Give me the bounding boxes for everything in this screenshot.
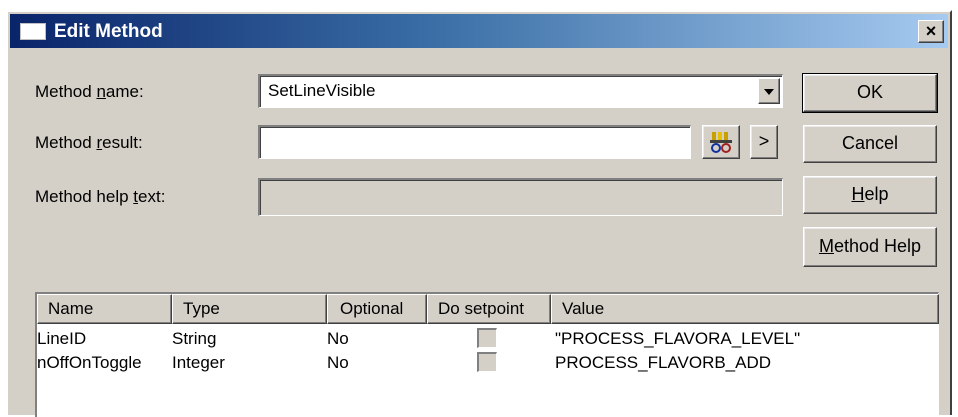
- column-header-do-setpoint[interactable]: Do setpoint: [427, 294, 551, 324]
- column-header-name[interactable]: Name: [37, 294, 172, 324]
- method-name-combobox[interactable]: SetLineVisible: [258, 74, 783, 108]
- chevron-down-icon[interactable]: [758, 78, 780, 104]
- method-name-value: SetLineVisible: [268, 81, 376, 100]
- table-header: Name Type Optional Do setpoint Value: [37, 294, 939, 324]
- row-optional: No: [327, 353, 349, 372]
- help-button[interactable]: Help: [803, 176, 937, 214]
- more-button[interactable]: >: [750, 125, 778, 159]
- edit-method-dialog: Edit Method × Method name: SetLineVisibl…: [6, 10, 952, 417]
- row-optional: No: [327, 329, 349, 348]
- method-help-text-field: [258, 178, 783, 216]
- column-header-value[interactable]: Value: [551, 294, 939, 324]
- method-help-text-label: Method help text:: [35, 187, 166, 206]
- row-name: LineID: [37, 329, 87, 348]
- do-setpoint-checkbox[interactable]: [477, 328, 497, 348]
- method-result-label: Method result:: [35, 133, 143, 152]
- ok-button[interactable]: OK: [802, 73, 938, 113]
- tag-browse-icon: [710, 132, 732, 153]
- close-button[interactable]: ×: [918, 20, 944, 43]
- method-help-button[interactable]: Method Help: [803, 227, 937, 267]
- method-result-field[interactable]: [258, 125, 691, 159]
- window-icon: [20, 23, 46, 40]
- column-header-type[interactable]: Type: [172, 294, 327, 324]
- row-type: String: [172, 329, 217, 348]
- parameters-table: Name Type Optional Do setpoint Value Lin…: [35, 292, 939, 417]
- table-row[interactable]: LineID String No "PROCESS_FLAVORA_LEVEL": [37, 327, 938, 351]
- row-value: PROCESS_FLAVORB_ADD: [555, 353, 772, 372]
- table-row[interactable]: nOffOnToggle Integer No PROCESS_FLAVORB_…: [37, 351, 938, 375]
- title-bar[interactable]: Edit Method ×: [10, 14, 948, 48]
- row-value: "PROCESS_FLAVORA_LEVEL": [555, 329, 801, 348]
- do-setpoint-checkbox[interactable]: [477, 352, 497, 372]
- column-header-optional[interactable]: Optional: [327, 294, 427, 324]
- cancel-button[interactable]: Cancel: [803, 125, 937, 163]
- row-type: Integer: [172, 353, 225, 372]
- row-name: nOffOnToggle: [37, 353, 142, 372]
- window-title: Edit Method: [54, 21, 163, 42]
- tag-browse-button[interactable]: [702, 125, 740, 159]
- method-name-label: Method name:: [35, 82, 144, 101]
